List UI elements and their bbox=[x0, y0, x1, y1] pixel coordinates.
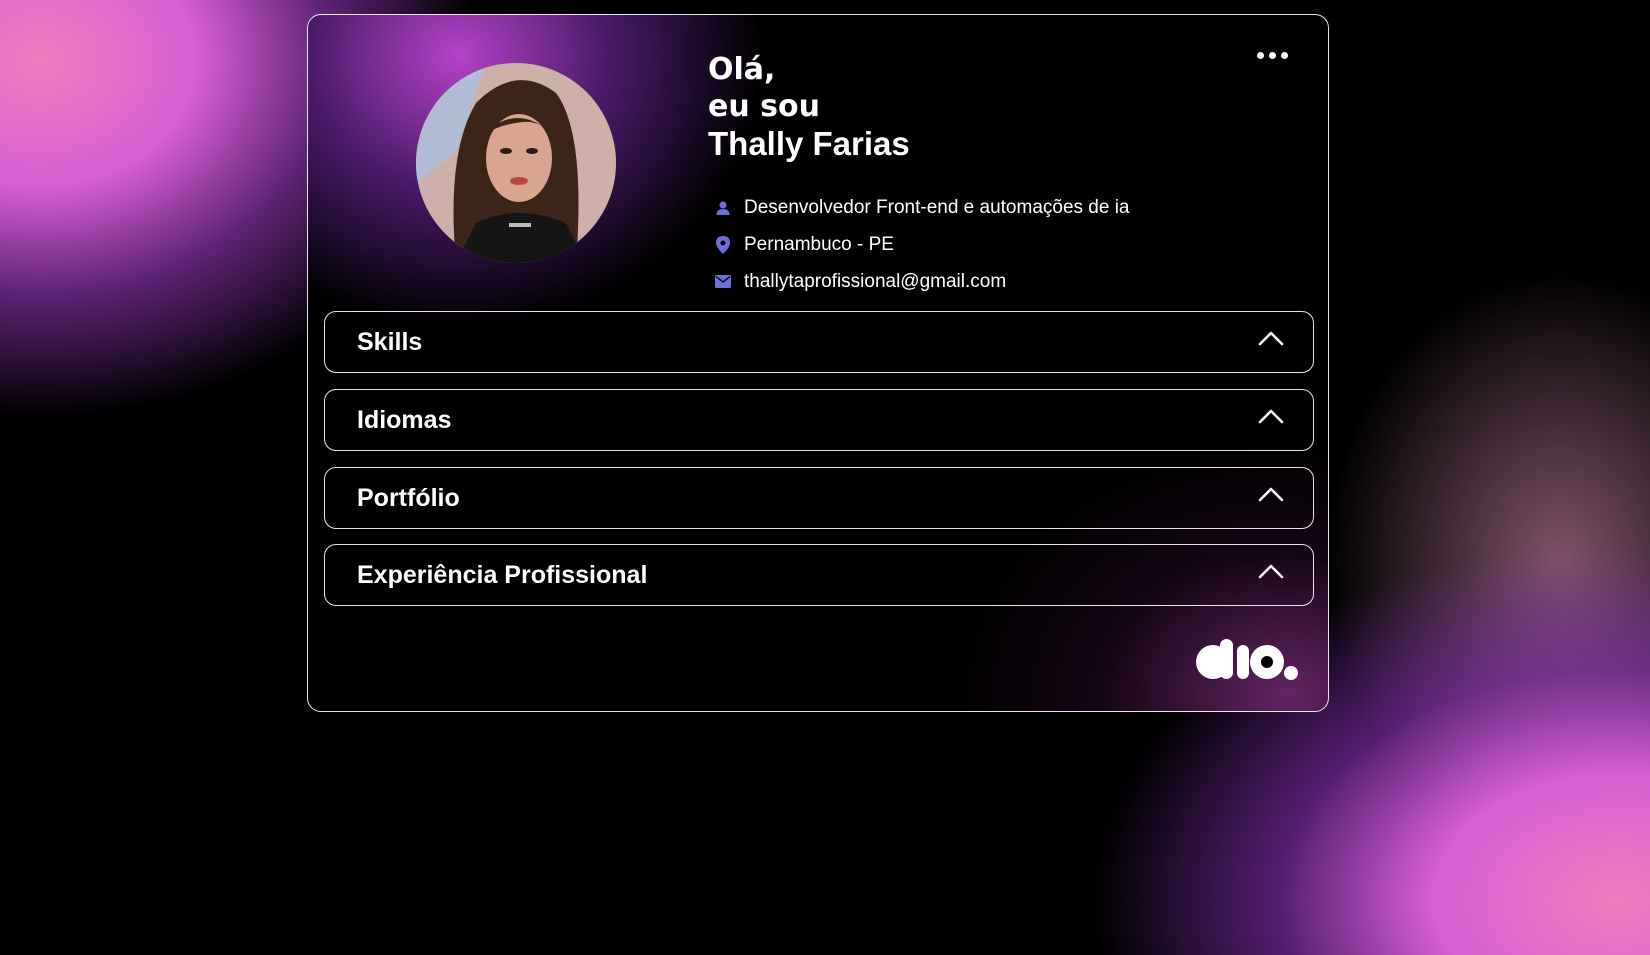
info-item-location: Pernambuco - PE bbox=[714, 226, 1130, 263]
info-item-role: Desenvolvedor Front-end e automações de … bbox=[714, 189, 1130, 226]
user-icon bbox=[714, 199, 732, 217]
chevron-up-icon bbox=[1257, 402, 1285, 430]
accordion-experiencia-profissional[interactable]: Experiência Profissional bbox=[324, 544, 1314, 606]
profile-name: Thally Farias bbox=[708, 125, 910, 162]
more-horizontal-icon-dot bbox=[1268, 51, 1276, 59]
accordion-title: Idiomas bbox=[357, 405, 452, 434]
intro-heading: Olá, eu sou Thally Farias bbox=[708, 51, 910, 163]
accordion-title: Skills bbox=[357, 327, 423, 356]
more-horizontal-icon-dot bbox=[1280, 51, 1288, 59]
more-horizontal-icon bbox=[1256, 51, 1264, 59]
dio-logo bbox=[1194, 637, 1298, 681]
location-pin-icon bbox=[714, 235, 732, 254]
accordion-skills[interactable]: Skills bbox=[324, 311, 1314, 373]
chevron-up-icon bbox=[1257, 557, 1285, 585]
accordion-title: Portfólio bbox=[357, 483, 460, 512]
accordion-portfolio[interactable]: Portfólio bbox=[324, 467, 1314, 529]
mail-icon bbox=[714, 273, 732, 291]
accordion-idiomas[interactable]: Idiomas bbox=[324, 389, 1314, 451]
info-email-text[interactable]: thallytaprofissional@gmail.com bbox=[744, 271, 1006, 293]
greeting-line1: Olá, bbox=[708, 52, 776, 87]
chevron-up-icon bbox=[1257, 324, 1285, 352]
accordion-title: Experiência Profissional bbox=[357, 560, 648, 589]
profile-photo bbox=[416, 63, 616, 263]
info-location-text: Pernambuco - PE bbox=[744, 233, 894, 255]
info-item-email: thallytaprofissional@gmail.com bbox=[714, 263, 1130, 300]
profile-card: Olá, eu sou Thally Farias Desenvolvedor … bbox=[307, 14, 1329, 712]
info-list: Desenvolvedor Front-end e automações de … bbox=[714, 189, 1130, 300]
more-options-button[interactable] bbox=[1252, 43, 1292, 67]
greeting-line2: eu sou bbox=[708, 89, 820, 124]
info-role-text: Desenvolvedor Front-end e automações de … bbox=[744, 196, 1130, 218]
avatar bbox=[416, 63, 616, 263]
chevron-up-icon bbox=[1257, 480, 1285, 508]
